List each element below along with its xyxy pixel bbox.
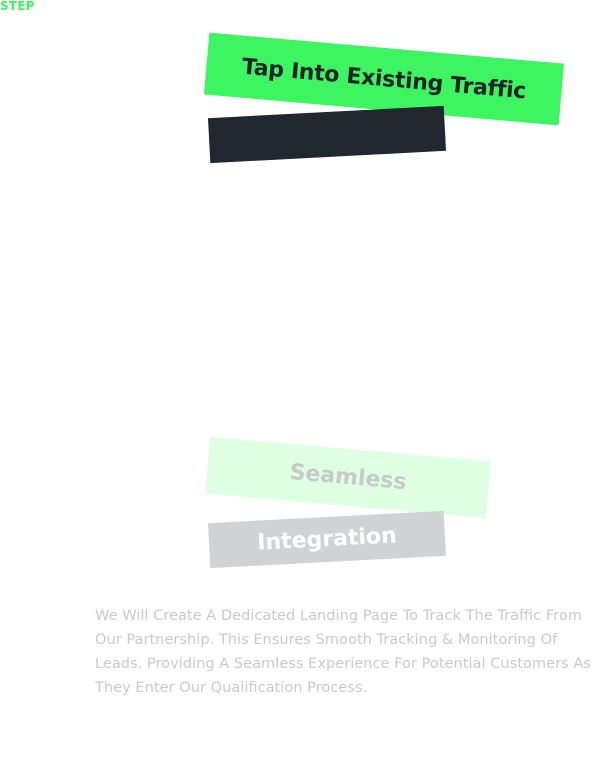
step-label: STEP	[0, 0, 35, 13]
feature-subtitle-top	[207, 105, 447, 164]
feature-title-bottom-line1: Seamless	[205, 436, 491, 519]
feature-title-bottom-line2: Integration	[207, 510, 447, 569]
feature-description: We Will Create A Dedicated Landing Page …	[95, 607, 591, 696]
